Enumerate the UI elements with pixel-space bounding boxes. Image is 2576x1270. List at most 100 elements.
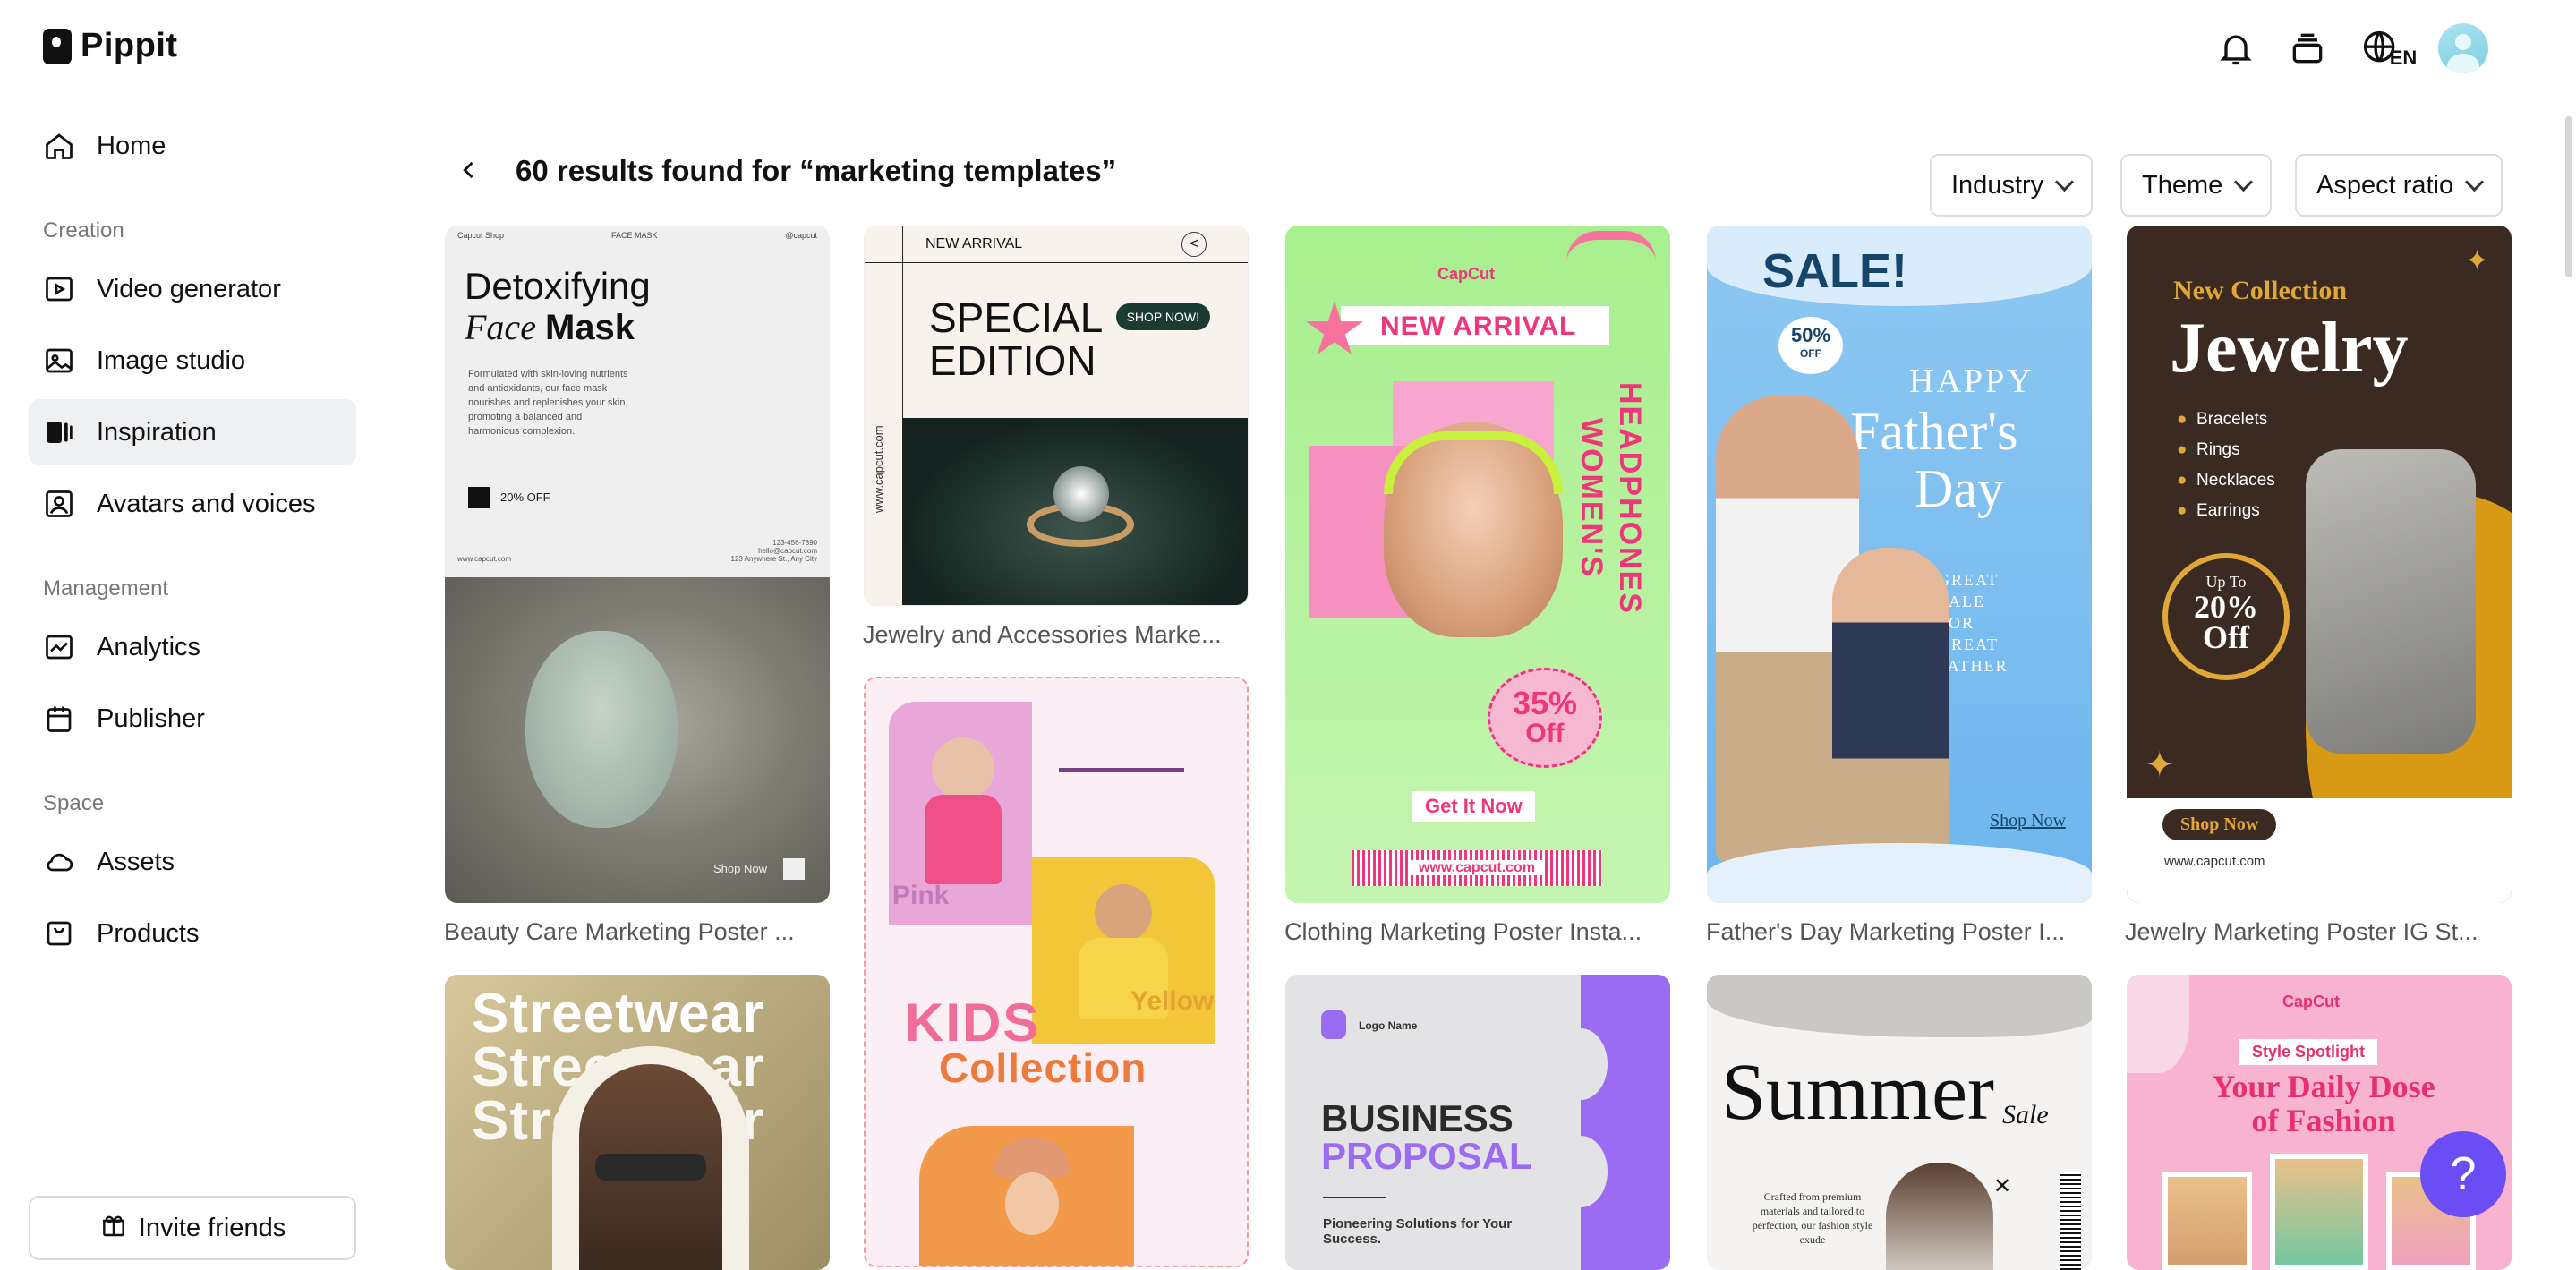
logo-mark-icon xyxy=(1321,1010,1346,1039)
stack-icon[interactable] xyxy=(2284,25,2331,72)
discount-text: OFF xyxy=(1800,347,1821,360)
sunglasses-shape xyxy=(595,1154,706,1181)
cloud-icon xyxy=(41,844,77,880)
card-title[interactable]: Father's Day Marketing Poster I... xyxy=(1706,918,2094,946)
sidebar-item-label: Home xyxy=(97,131,166,160)
poster-headline: Father's xyxy=(1850,402,2018,461)
home-icon xyxy=(41,128,77,164)
photo-frame xyxy=(2270,1154,2368,1270)
poster-cta: Get It Now xyxy=(1412,791,1535,822)
poster-headline: PROPOSAL xyxy=(1321,1135,1532,1177)
flower-decoration xyxy=(2127,975,2189,1073)
sidebar-item-analytics[interactable]: Analytics xyxy=(29,614,356,680)
language-selector[interactable]: EN xyxy=(2358,25,2420,72)
sidebar-item-assets[interactable]: Assets xyxy=(29,829,356,895)
headline-line: Streetwear xyxy=(472,983,765,1044)
template-card[interactable]: NEW ARRIVAL < SPECIAL EDITION SHOP NOW! … xyxy=(864,226,1249,606)
back-button[interactable] xyxy=(456,158,483,184)
template-card[interactable]: Streetwear Streetwear Streetwear xyxy=(445,975,830,1270)
sidebar-item-label: Publisher xyxy=(97,703,205,733)
sidebar-item-products[interactable]: Products xyxy=(29,900,356,967)
list-item: Bracelets xyxy=(2196,410,2268,429)
template-card[interactable]: CapCut Style Spotlight Your Daily Dose o… xyxy=(2127,975,2512,1270)
poster-brand: CapCut xyxy=(2282,993,2340,1010)
sidebar-item-publisher[interactable]: Publisher xyxy=(29,686,356,752)
sidebar-item-avatars-voices[interactable]: Avatars and voices xyxy=(29,471,356,537)
torn-paper xyxy=(1707,975,2092,1037)
results-heading: 60 results found for “marketing template… xyxy=(516,154,1117,187)
sparkle-icon: ✦ xyxy=(2145,746,2175,785)
zigzag-decoration xyxy=(1059,741,1184,772)
chevron-down-icon xyxy=(2465,172,2485,192)
template-card[interactable]: Summer Sale Crafted from premium materia… xyxy=(1707,975,2092,1270)
template-card[interactable]: SALE! 50% OFF HAPPY Father's Day GREAT S… xyxy=(1707,226,2092,903)
template-card[interactable]: New Collection Jewelry ● Bracelets ● Rin… xyxy=(2127,226,2512,903)
template-card[interactable]: CapCut NEW ARRIVAL HEADPHONES WOMEN'S 35… xyxy=(1285,226,1670,903)
scrollbar[interactable] xyxy=(2565,116,2572,277)
child-photo xyxy=(1095,884,1152,942)
card-title[interactable]: Jewelry Marketing Poster IG St... xyxy=(2125,918,2513,946)
poster-headline: Day xyxy=(1915,459,2004,518)
sidebar-item-image-studio[interactable]: Image studio xyxy=(29,328,356,394)
poster-headline: Detoxifying xyxy=(465,265,651,307)
discount-badge: 50% OFF xyxy=(1778,317,1843,374)
barcode-strip: www.capcut.com xyxy=(1352,850,1602,886)
ring-box xyxy=(2306,449,2476,754)
language-code: EN xyxy=(2389,47,2418,69)
child-photo xyxy=(932,737,994,800)
child-photo xyxy=(1005,1172,1059,1235)
template-card[interactable]: Logo Name BUSINESS PROPOSAL Pioneering S… xyxy=(1285,975,1670,1270)
photo-frame xyxy=(2162,1172,2252,1270)
sidebar-item-label: Image studio xyxy=(97,345,246,375)
template-card[interactable]: Capcut Shop FACE MASK @capcut Detoxifyin… xyxy=(445,226,830,903)
sidebar-item-inspiration[interactable]: Inspiration xyxy=(29,399,356,465)
poster-text: Yellow xyxy=(1130,986,1215,1016)
help-button[interactable]: ? xyxy=(2420,1131,2506,1217)
model-photo xyxy=(1886,1163,1993,1270)
chevron-down-icon xyxy=(2234,172,2254,192)
filter-theme[interactable]: Theme xyxy=(2120,154,2273,217)
discount-badge: Up To 20% Off xyxy=(2162,553,2290,680)
invite-friends-button[interactable]: Invite friends xyxy=(29,1196,356,1260)
poster-site: www.capcut.com xyxy=(1409,860,1545,875)
arrow-icon: < xyxy=(1181,232,1207,257)
invite-label: Invite friends xyxy=(138,1213,286,1242)
avatar[interactable] xyxy=(2438,23,2488,73)
bell-icon[interactable] xyxy=(2213,25,2259,72)
question-icon: ? xyxy=(2450,1148,2477,1200)
filter-label: Theme xyxy=(2142,170,2223,200)
sparkle-icon: ✦ xyxy=(2465,244,2489,277)
calendar-icon xyxy=(41,701,77,737)
sidebar-item-home[interactable]: Home xyxy=(29,113,356,179)
sidebar-item-video-generator[interactable]: Video generator xyxy=(29,256,356,322)
poster-body: Formulated with skin-loving nutrients an… xyxy=(468,369,628,437)
analytics-icon xyxy=(41,629,77,665)
barcode-strip xyxy=(2060,1172,2081,1270)
poster-text: NEW ARRIVAL xyxy=(925,236,1023,251)
poster-headline: Jewelry xyxy=(2170,309,2409,388)
poster-headline: Your Daily Dose of Fashion xyxy=(2212,1069,2435,1138)
app-name: Pippit xyxy=(81,27,178,64)
child-shirt xyxy=(925,795,1002,884)
poster-headline: SPECIAL EDITION xyxy=(929,294,1104,384)
app-logo[interactable]: Pippit xyxy=(43,27,178,65)
card-title[interactable]: Jewelry and Accessories Marke... xyxy=(863,621,1251,649)
poster-headline: HEADPHONES xyxy=(1613,382,1647,615)
card-title[interactable]: Clothing Marketing Poster Insta... xyxy=(1284,918,1673,946)
chevron-left-icon xyxy=(463,161,473,179)
sidebar-item-label: Avatars and voices xyxy=(97,489,316,518)
template-card[interactable]: Pink Yellow KIDS Collection xyxy=(864,677,1249,1267)
poster-brand: CapCut xyxy=(1437,265,1495,283)
son-figure xyxy=(1832,548,1949,888)
list-item: Rings xyxy=(2196,440,2240,459)
filter-industry[interactable]: Industry xyxy=(1930,154,2094,217)
poster-text: @capcut xyxy=(785,231,817,240)
model-cutout xyxy=(552,1046,749,1270)
poster-contact: 123-456-7890 hello@capcut.com 123 Anywhe… xyxy=(730,539,818,563)
poster-text: Pink xyxy=(892,881,950,910)
discount-text: 35% xyxy=(1512,685,1578,721)
chevron-down-icon xyxy=(2055,172,2075,192)
card-title[interactable]: Beauty Care Marketing Poster ... xyxy=(444,918,832,946)
poster-cta: Shop Now xyxy=(713,862,767,875)
filter-aspect-ratio[interactable]: Aspect ratio xyxy=(2295,154,2503,217)
